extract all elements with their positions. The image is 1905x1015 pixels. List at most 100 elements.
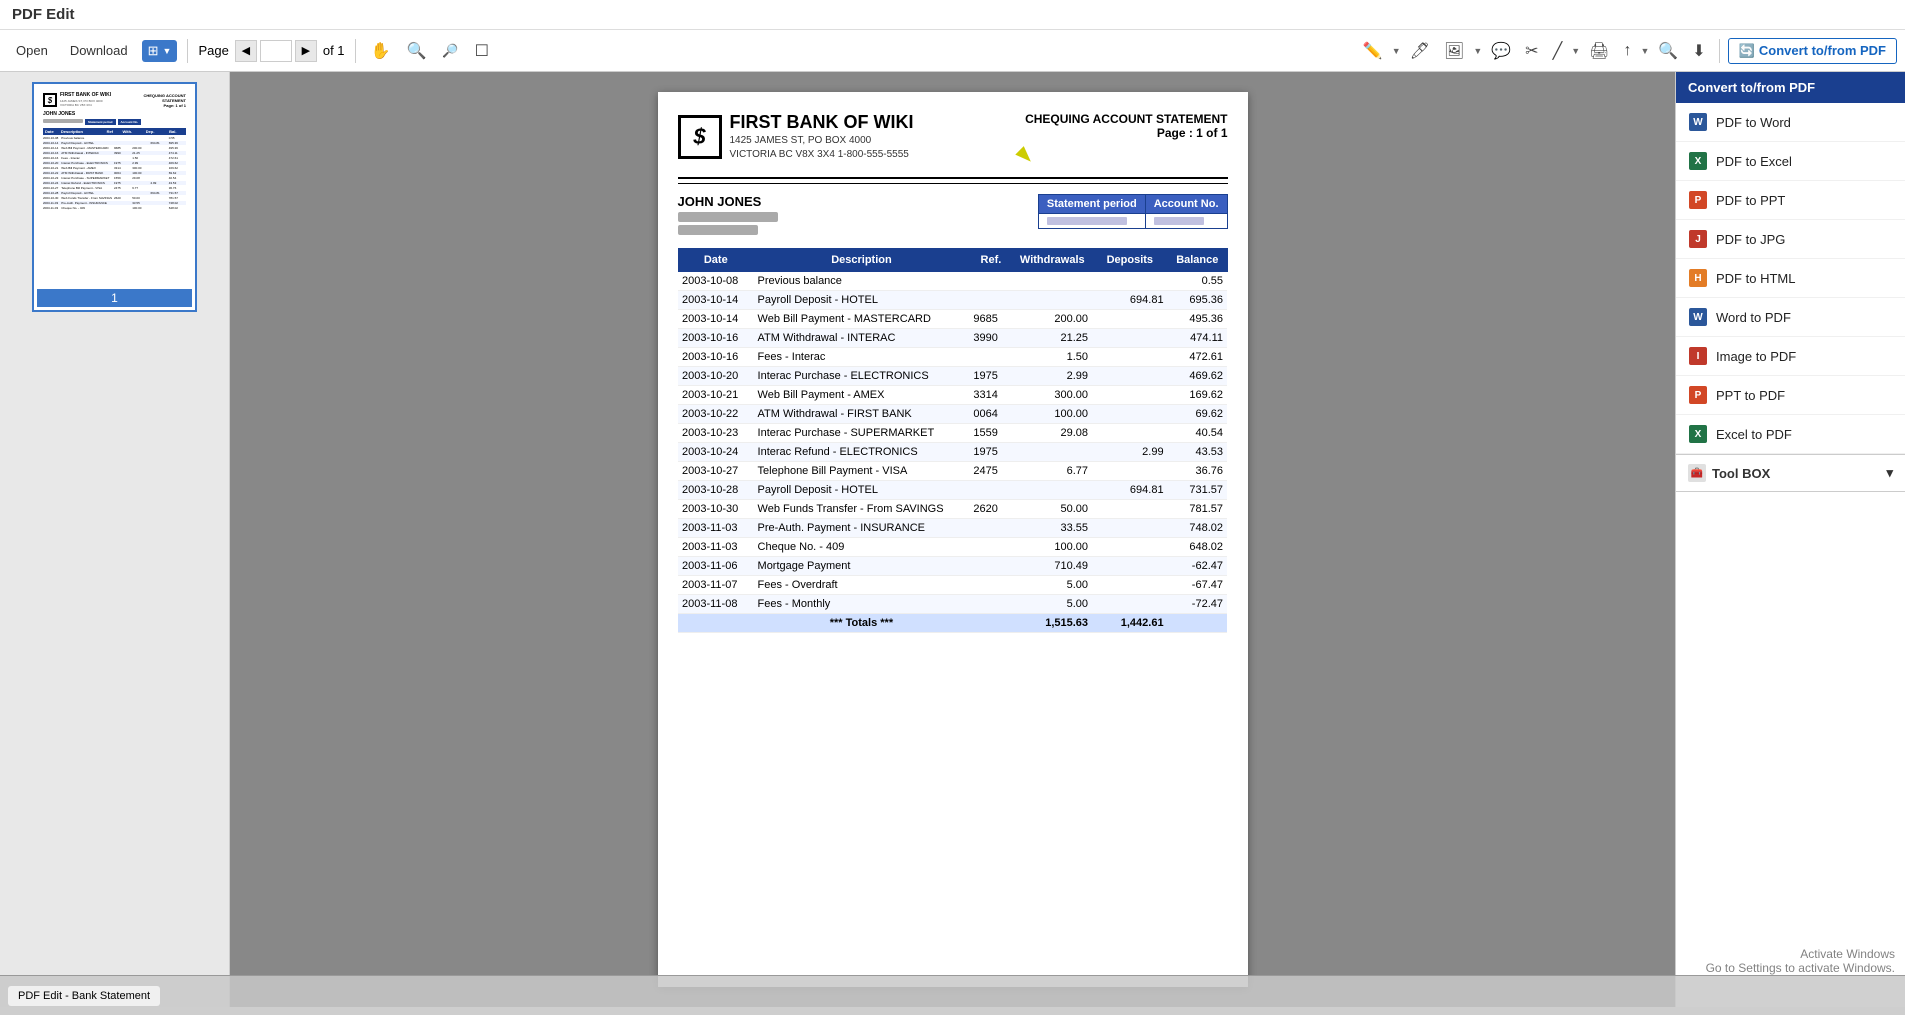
- table-cell: Interac Purchase - ELECTRONICS: [754, 366, 970, 385]
- line-dropdown[interactable]: ▼: [1571, 46, 1580, 56]
- toolbox-header[interactable]: 🧰 Tool BOX ▾: [1676, 454, 1905, 492]
- print-btn[interactable]: 🖨: [1584, 38, 1614, 64]
- table-cell: 2003-10-23: [678, 423, 754, 442]
- account-holder: JOHN JONES: [678, 194, 778, 209]
- zoom-in-btn[interactable]: 🔍: [401, 38, 431, 64]
- table-cell: [969, 594, 1012, 613]
- taskbar-item-pdf[interactable]: PDF Edit - Bank Statement: [8, 986, 160, 1006]
- table-cell: [1092, 575, 1168, 594]
- annotation-dropdown[interactable]: ▼: [1392, 46, 1401, 56]
- convert-item[interactable]: WWord to PDF: [1676, 298, 1905, 337]
- toolbar: Open Download ⊞ ▼ Page ◀ 1 ▶ of 1 ✋ 🔍 🔎 …: [0, 30, 1905, 72]
- table-cell: [969, 556, 1012, 575]
- redacted-1: [678, 212, 778, 222]
- table-cell: Interac Refund - ELECTRONICS: [754, 442, 970, 461]
- thumbnail-1[interactable]: $ FIRST BANK OF WIKI 1425 JAMES ST, PO B…: [32, 82, 197, 312]
- table-cell: 694.81: [1092, 290, 1168, 309]
- share-btn[interactable]: ↑: [1618, 39, 1636, 63]
- image-dropdown[interactable]: ▼: [1473, 46, 1482, 56]
- table-cell: [969, 271, 1012, 290]
- table-cell: 648.02: [1168, 537, 1227, 556]
- download-button[interactable]: Download: [62, 39, 136, 62]
- table-cell: 2475: [969, 461, 1012, 480]
- convert-panel-header: Convert to/from PDF: [1676, 72, 1905, 103]
- bank-address-line2: VICTORIA BC V8X 3X4 1-800-555-5555: [730, 148, 914, 162]
- convert-icon: 🔄: [1739, 43, 1755, 59]
- toolbox-expand-icon: ▾: [1886, 465, 1893, 481]
- pdf-viewer[interactable]: $ FIRST BANK OF WIKI 1425 JAMES ST, PO B…: [230, 72, 1675, 1007]
- table-cell: 50.00: [1013, 499, 1093, 518]
- table-cell: 2.99: [1013, 366, 1093, 385]
- title-bar: PDF Edit: [0, 0, 1905, 30]
- table-cell: 748.02: [1168, 518, 1227, 537]
- table-cell: 5.00: [1013, 575, 1093, 594]
- convert-item[interactable]: XPDF to Excel: [1676, 142, 1905, 181]
- search-btn[interactable]: 🔍: [1653, 38, 1683, 64]
- convert-item-icon: H: [1688, 268, 1708, 288]
- th-description: Description: [754, 248, 970, 271]
- table-cell: 2.99: [1092, 442, 1168, 461]
- fit-page-btn[interactable]: ☐: [470, 38, 494, 64]
- table-row: 2003-10-24Interac Refund - ELECTRONICS19…: [678, 442, 1227, 461]
- table-cell: Payroll Deposit - HOTEL: [754, 290, 970, 309]
- stamp-btn[interactable]: 🖊: [1405, 38, 1435, 64]
- table-cell: ATM Withdrawal - INTERAC: [754, 328, 970, 347]
- table-cell: 3314: [969, 385, 1012, 404]
- table-cell: 2003-10-27: [678, 461, 754, 480]
- redacted-2: [678, 225, 758, 235]
- hand-tool-btn[interactable]: ✋: [366, 38, 396, 64]
- page-prev-btn[interactable]: ◀: [235, 40, 257, 62]
- image-insert-btn[interactable]: 🖼: [1439, 38, 1469, 64]
- convert-item[interactable]: XExcel to PDF: [1676, 415, 1905, 454]
- table-cell: 2003-11-08: [678, 594, 754, 613]
- toolbar-right: ✏️ ▼ 🖊 🖼 ▼ 💬 ✂ ╱ ▼ 🖨 ↑ ▼ 🔍 ⬇ 🔄 Convert t…: [1358, 38, 1897, 64]
- convert-to-from-btn[interactable]: 🔄 Convert to/from PDF: [1728, 38, 1897, 64]
- right-panel: Convert to/from PDF WPDF to WordXPDF to …: [1675, 72, 1905, 1007]
- share-dropdown[interactable]: ▼: [1640, 46, 1649, 56]
- sep2: [355, 39, 356, 63]
- table-cell: 0.55: [1168, 271, 1227, 290]
- table-cell: [1092, 518, 1168, 537]
- table-row: 2003-11-07Fees - Overdraft5.00-67.47: [678, 575, 1227, 594]
- comment-btn[interactable]: 💬: [1486, 38, 1516, 64]
- convert-item[interactable]: HPDF to HTML: [1676, 259, 1905, 298]
- table-row: 2003-11-03Cheque No. - 409100.00648.02: [678, 537, 1227, 556]
- main-area: $ FIRST BANK OF WIKI 1425 JAMES ST, PO B…: [0, 72, 1905, 1007]
- table-cell: [1092, 366, 1168, 385]
- open-button[interactable]: Open: [8, 39, 56, 62]
- view-toggle[interactable]: ⊞ ▼: [142, 40, 178, 62]
- page-next-btn[interactable]: ▶: [295, 40, 317, 62]
- line-btn[interactable]: ╱: [1548, 38, 1568, 64]
- table-cell: -67.47: [1168, 575, 1227, 594]
- table-cell: 33.55: [1013, 518, 1093, 537]
- table-cell: -72.47: [1168, 594, 1227, 613]
- table-cell: [1092, 556, 1168, 575]
- table-cell: 710.49: [1013, 556, 1093, 575]
- account-table-area: Statement period Account No.: [1038, 194, 1228, 229]
- convert-item[interactable]: IImage to PDF: [1676, 337, 1905, 376]
- crop-btn[interactable]: ✂: [1520, 38, 1543, 64]
- bank-logo: $: [678, 115, 722, 159]
- annotation-btn[interactable]: ✏️: [1358, 38, 1388, 64]
- table-row: 2003-10-28Payroll Deposit - HOTEL694.817…: [678, 480, 1227, 499]
- table-cell: Web Bill Payment - MASTERCARD: [754, 309, 970, 328]
- convert-item[interactable]: PPPT to PDF: [1676, 376, 1905, 415]
- table-cell: 0064: [969, 404, 1012, 423]
- convert-item[interactable]: JPDF to JPG: [1676, 220, 1905, 259]
- table-cell: [1092, 347, 1168, 366]
- table-row: 2003-10-08Previous balance0.55: [678, 271, 1227, 290]
- table-cell: ATM Withdrawal - FIRST BANK: [754, 404, 970, 423]
- convert-item-icon: W: [1688, 112, 1708, 132]
- table-cell: [1092, 537, 1168, 556]
- thumb-preview: $ FIRST BANK OF WIKI 1425 JAMES ST, PO B…: [37, 87, 192, 285]
- convert-item[interactable]: PPDF to PPT: [1676, 181, 1905, 220]
- period-value: [1038, 213, 1145, 228]
- convert-item[interactable]: WPDF to Word: [1676, 103, 1905, 142]
- table-cell: 21.25: [1013, 328, 1093, 347]
- table-cell: 200.00: [1013, 309, 1093, 328]
- app-title: PDF Edit: [12, 6, 75, 23]
- table-cell: 2003-10-30: [678, 499, 754, 518]
- zoom-out-btn[interactable]: 🔎: [437, 40, 463, 62]
- page-input[interactable]: 1: [260, 40, 292, 62]
- download2-btn[interactable]: ⬇: [1687, 38, 1710, 64]
